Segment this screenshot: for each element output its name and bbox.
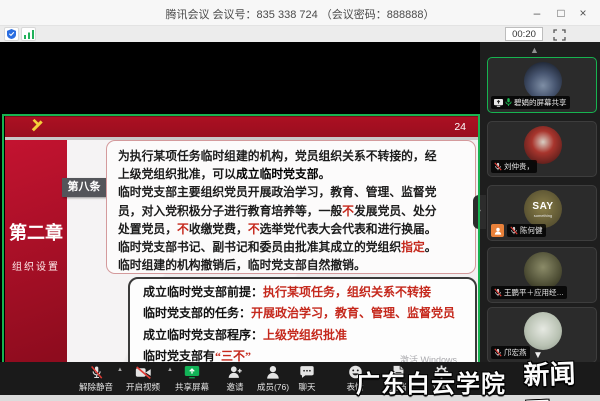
participant-name: 碧娟的屏幕共享 bbox=[514, 97, 567, 108]
party-emblem-icon bbox=[27, 118, 47, 138]
participant-name: 邝宏燕 bbox=[504, 347, 527, 358]
camera-off-icon bbox=[126, 364, 160, 380]
screen-share-icon bbox=[494, 99, 503, 107]
article-text-box: 为执行某项任务临时组建的机构，党员组织关系不转接的，经 上级党组织批准，可以成立… bbox=[106, 140, 476, 274]
meeting-timer: 00:20 bbox=[505, 27, 543, 41]
article-line: 上级党组织批准，可以成立临时党支部。 bbox=[118, 165, 464, 183]
slide-page-number: 24 bbox=[454, 121, 466, 133]
maximize-button[interactable]: □ bbox=[550, 3, 572, 23]
network-signal-icon[interactable] bbox=[21, 27, 36, 41]
article-line: 临时党支部主要组织党员开展政治学习，教育、管理、监督党 bbox=[118, 183, 464, 201]
mic-muted-icon bbox=[510, 226, 518, 235]
chapter-title: 第二章 bbox=[5, 219, 67, 245]
avatar bbox=[524, 312, 562, 350]
participant-name: 刘仲贵， bbox=[504, 161, 534, 172]
avatar bbox=[524, 62, 562, 100]
minimize-button[interactable]: – bbox=[526, 3, 548, 23]
chat-button[interactable]: 聊天 bbox=[298, 364, 315, 393]
slide-header-banner: 24 bbox=[5, 115, 478, 137]
host-badge-icon bbox=[491, 224, 504, 237]
start-video-button[interactable]: 开启视频 bbox=[126, 364, 160, 393]
mic-muted-icon bbox=[494, 162, 502, 171]
mic-muted-icon bbox=[79, 364, 113, 380]
invite-button[interactable]: 邀请 bbox=[226, 364, 243, 393]
window-titlebar: 腾讯会议 会议号：835 338 724 （会议密码：888888） – □ × bbox=[0, 0, 600, 26]
meeting-title: 腾讯会议 会议号：835 338 724 （会议密码：888888） bbox=[0, 6, 600, 22]
participants-sidebar: ▲ › 碧娟的屏幕共享 刘仲贵， SAY something 陈何健 bbox=[480, 42, 600, 395]
shared-screen-area: 24 第二章 组织设置 第八条 为执行某项任务临时组建的机构，党员组织关系不转接… bbox=[0, 42, 480, 395]
participant-tile[interactable]: 王鹏平＋应用经… bbox=[487, 247, 597, 303]
security-shield-icon[interactable] bbox=[4, 27, 19, 41]
window-bottom-edge bbox=[0, 395, 600, 401]
member-person-icon bbox=[257, 364, 289, 380]
fullscreen-icon[interactable] bbox=[553, 28, 566, 40]
avatar: SAY something bbox=[524, 190, 562, 228]
participant-name: 陈何健 bbox=[520, 225, 543, 236]
article-line: 处置党员，不收缴党费，不选举党代表大会代表和进行换届。 bbox=[118, 220, 464, 238]
mic-muted-icon bbox=[494, 288, 502, 297]
chapter-subtitle: 组织设置 bbox=[5, 258, 67, 273]
document-icon bbox=[389, 364, 406, 380]
members-button[interactable]: 成员(76) bbox=[257, 364, 289, 393]
share-screen-icon bbox=[175, 364, 209, 380]
summary-line: 成立临时党支部前提：执行某项任务，组织关系不转接 bbox=[143, 282, 462, 303]
mic-on-icon bbox=[505, 98, 512, 107]
participant-tile-sharer[interactable]: 碧娟的屏幕共享 bbox=[487, 57, 597, 113]
more-participants-icon[interactable]: ▼ bbox=[533, 350, 543, 361]
summary-line: 临时党支部的任务：开展政治学习，教育、管理、监督党员 bbox=[143, 303, 462, 324]
gear-icon bbox=[432, 364, 449, 380]
collapse-up-icon[interactable]: ▲ bbox=[530, 45, 539, 55]
smiley-icon bbox=[346, 364, 363, 380]
status-strip: 00:20 bbox=[0, 26, 600, 42]
mute-options-caret[interactable]: ▲ bbox=[117, 367, 123, 373]
close-button[interactable]: × bbox=[572, 3, 594, 23]
invite-person-icon bbox=[226, 364, 243, 380]
participant-tile[interactable]: SAY something 陈何健 bbox=[487, 185, 597, 241]
participant-tile[interactable]: 刘仲贵， bbox=[487, 121, 597, 177]
emoji-button[interactable]: 表情 bbox=[346, 364, 363, 393]
participant-name: 王鹏平＋应用经… bbox=[504, 287, 564, 298]
panel-collapse-handle[interactable]: › bbox=[473, 195, 486, 229]
article-line: 员，对入党积极分子进行教育培养等，一般不发展党员、处分 bbox=[118, 202, 464, 220]
chat-bubble-icon bbox=[298, 364, 315, 380]
share-screen-button[interactable]: 共享屏幕 bbox=[175, 364, 209, 393]
presentation-slide: 24 第二章 组织设置 第八条 为执行某项任务临时组建的机构，党员组织关系不转接… bbox=[5, 115, 478, 394]
summary-line: 成立临时党支部程序：上级党组织批准 bbox=[143, 325, 462, 346]
settings-button[interactable]: 设置 bbox=[432, 364, 449, 393]
unmute-button[interactable]: 解除静音 bbox=[79, 364, 113, 393]
avatar bbox=[524, 126, 562, 164]
article-tag: 第八条 bbox=[62, 178, 106, 197]
docs-button[interactable]: 文档 bbox=[389, 364, 406, 393]
article-line: 为执行某项任务临时组建的机构，党员组织关系不转接的，经 bbox=[118, 147, 464, 165]
video-options-caret[interactable]: ▲ bbox=[167, 367, 173, 373]
avatar bbox=[524, 252, 562, 290]
meeting-toolbar: 解除静音 ▲ 开启视频 ▲ 共享屏幕 邀请 成员(76) 聊天 bbox=[0, 362, 600, 395]
article-line: 临时组建的机构撤销后，临时党支部自然撤销。 bbox=[118, 256, 464, 274]
mic-muted-icon bbox=[494, 348, 502, 357]
article-line: 临时党支部书记、副书记和委员由批准其成立的党组织指定。 bbox=[118, 238, 464, 256]
